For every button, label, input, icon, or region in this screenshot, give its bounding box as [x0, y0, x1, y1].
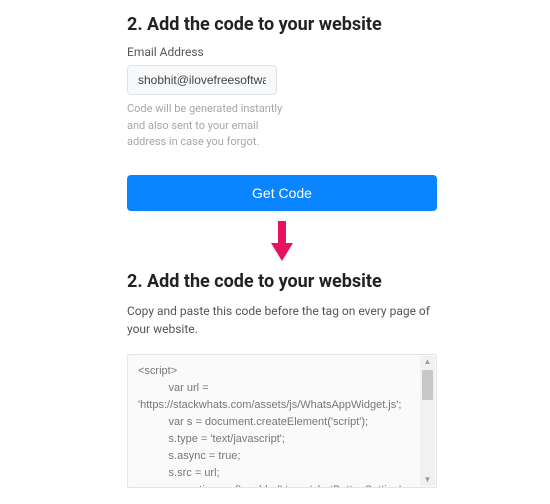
scroll-down-icon[interactable]: ▼ — [420, 474, 435, 486]
email-hint: Code will be generated instantly and als… — [127, 101, 297, 151]
section-heading-bottom: 2. Add the code to your website — [127, 271, 437, 292]
arrow-down-icon — [127, 211, 437, 271]
email-label: Email Address — [127, 45, 437, 59]
section-subtext: Copy and paste this code before the tag … — [127, 302, 437, 338]
get-code-button[interactable]: Get Code — [127, 175, 437, 211]
code-content: <script> var url = 'https://stackwhats.c… — [138, 363, 418, 488]
scroll-up-icon[interactable]: ▲ — [420, 356, 435, 368]
section-heading-top: 2. Add the code to your website — [127, 14, 437, 35]
scrollbar-thumb[interactable] — [422, 370, 433, 400]
email-input[interactable] — [127, 65, 277, 95]
scrollbar[interactable]: ▲ ▼ — [420, 356, 435, 486]
code-textarea[interactable]: <script> var url = 'https://stackwhats.c… — [127, 354, 437, 488]
